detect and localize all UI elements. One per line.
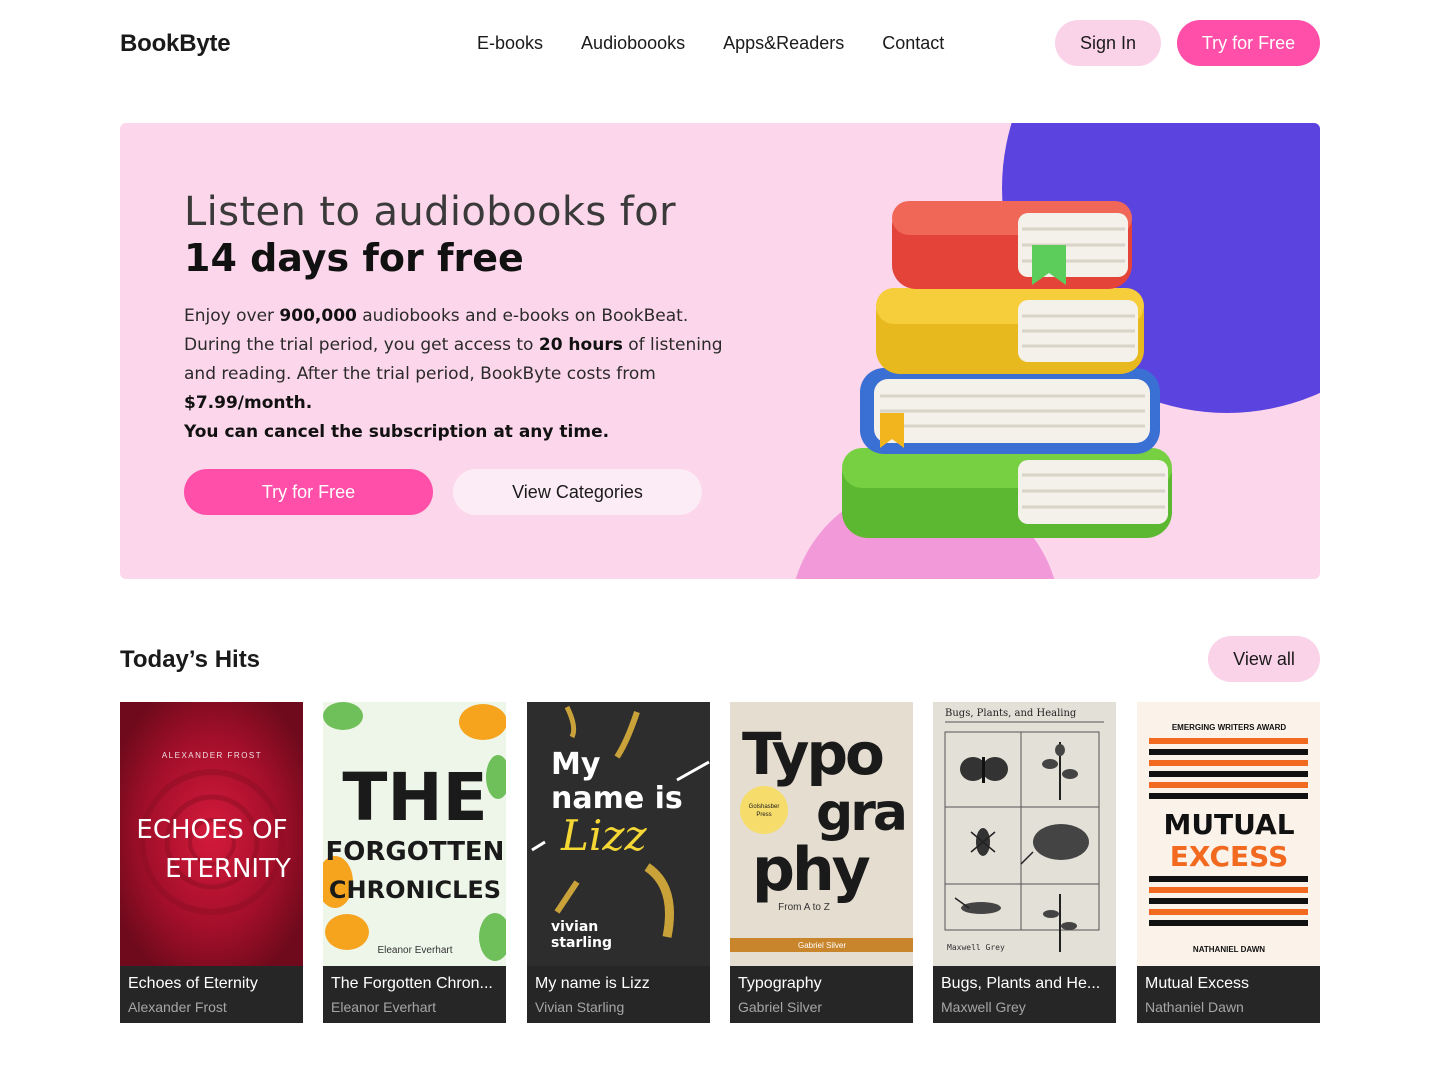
book-cover: EMERGING WRITERS AWARD MUTUAL EXCESS NAT… bbox=[1137, 702, 1320, 966]
try-free-button[interactable]: Try for Free bbox=[184, 469, 433, 515]
hero-heading-line2: 14 days for free bbox=[184, 236, 524, 280]
blue-book-icon bbox=[860, 368, 1160, 454]
cover-title-line1: ECHOES OF bbox=[136, 815, 287, 845]
book-author: Eleanor Everhart bbox=[331, 999, 437, 1015]
book-cover: Typo gra phy Golshasber Press From A to … bbox=[730, 702, 913, 966]
book-title: Mutual Excess bbox=[1145, 975, 1250, 992]
book-author: Alexander Frost bbox=[128, 999, 227, 1015]
hero-heading-line1: Listen to audiobooks for bbox=[184, 189, 676, 235]
book-card[interactable]: EMERGING WRITERS AWARD MUTUAL EXCESS NAT… bbox=[1137, 702, 1320, 1023]
book-caption: Typography Gabriel Silver bbox=[730, 966, 913, 1023]
book-cover: My name is Lizz vivian starling bbox=[527, 702, 710, 966]
hero-description: Enjoy over 900,000 audiobooks and e-book… bbox=[184, 302, 724, 447]
book-caption: The Forgotten Chron... Eleanor Everhart bbox=[323, 966, 506, 1023]
cover-author: Maxwell Grey bbox=[947, 943, 1005, 952]
badge-line1: Golshasber bbox=[749, 804, 780, 810]
cover-author: Gabriel Silver bbox=[798, 941, 846, 950]
nav-audiobooks[interactable]: Audioboooks bbox=[581, 33, 685, 54]
main-nav: E-books Audioboooks Apps&Readers Contact bbox=[477, 33, 982, 54]
book-cover: ALEXANDER FROST ECHOES OF ETERNITY bbox=[120, 702, 303, 966]
book-card[interactable]: My name is Lizz vivian starling My name … bbox=[527, 702, 710, 1023]
book-caption: Echoes of Eternity Alexander Frost bbox=[120, 966, 303, 1023]
sign-in-button[interactable]: Sign In bbox=[1055, 20, 1161, 66]
cover-title: Bugs, Plants, and Healing bbox=[945, 708, 1077, 719]
cover-title-line1: MUTUAL bbox=[1163, 808, 1294, 841]
try-free-header-button[interactable]: Try for Free bbox=[1177, 20, 1320, 66]
book-author: Maxwell Grey bbox=[941, 999, 1026, 1015]
cover-title-line3: CHRONICLES bbox=[329, 876, 501, 904]
cover-title-line1: THE bbox=[342, 759, 487, 836]
book-list: ALEXANDER FROST ECHOES OF ETERNITY Echoe… bbox=[120, 702, 1320, 1023]
desc-highlight: 900,000 bbox=[279, 306, 357, 326]
green-book-icon bbox=[842, 448, 1172, 538]
desc-highlight: 20 hours bbox=[538, 335, 623, 355]
cover-title-line2: EXCESS bbox=[1170, 840, 1288, 873]
cover-award: EMERGING WRITERS AWARD bbox=[1172, 723, 1287, 732]
logo[interactable]: BookByte bbox=[120, 30, 231, 58]
book-caption: Mutual Excess Nathaniel Dawn bbox=[1137, 966, 1320, 1023]
hero-banner: Listen to audiobooks for 14 days for fre… bbox=[120, 123, 1320, 579]
cover-author-line1: vivian bbox=[551, 919, 598, 935]
book-caption: My name is Lizz Vivian Starling bbox=[527, 966, 710, 1023]
book-author: Gabriel Silver bbox=[738, 999, 823, 1015]
desc-price: $7.99/month. bbox=[184, 393, 313, 413]
badge-line2: Press bbox=[756, 812, 771, 818]
cancel-note: You can cancel the subscription at any t… bbox=[184, 422, 610, 442]
cover-subtitle: From A to Z bbox=[778, 902, 830, 913]
book-card[interactable]: THE FORGOTTEN CHRONICLES Eleanor Everhar… bbox=[323, 702, 506, 1023]
nav-contact[interactable]: Contact bbox=[882, 33, 944, 54]
nav-ebooks[interactable]: E-books bbox=[477, 33, 543, 54]
section-title: Today’s Hits bbox=[120, 646, 261, 673]
yellow-book-icon bbox=[876, 288, 1144, 374]
site-header: BookByte E-books Audioboooks Apps&Reader… bbox=[120, 20, 1320, 66]
cover-title-line3: phy bbox=[752, 835, 871, 905]
book-stack-illustration bbox=[842, 201, 1172, 538]
nav-apps-readers[interactable]: Apps&Readers bbox=[723, 33, 844, 54]
book-title: My name is Lizz bbox=[535, 975, 650, 992]
cover-author-line2: starling bbox=[551, 935, 612, 951]
cover-title-line3: Lizz bbox=[560, 811, 647, 860]
book-card[interactable]: Typo gra phy Golshasber Press From A to … bbox=[730, 702, 913, 1023]
view-all-button[interactable]: View all bbox=[1208, 636, 1320, 682]
view-categories-button[interactable]: View Categories bbox=[453, 469, 702, 515]
book-card[interactable]: Bugs, Plants, and Healing Maxwell Grey B… bbox=[933, 702, 1116, 1023]
book-title: Bugs, Plants and He... bbox=[941, 975, 1101, 992]
book-title: The Forgotten Chron... bbox=[331, 975, 493, 992]
book-author: Nathaniel Dawn bbox=[1145, 999, 1244, 1015]
book-title: Typography bbox=[738, 975, 822, 992]
cover-author: Eleanor Everhart bbox=[377, 945, 452, 956]
cover-title-line2: ETERNITY bbox=[165, 854, 291, 884]
book-title: Echoes of Eternity bbox=[128, 975, 258, 992]
cover-title-line2: FORGOTTEN bbox=[326, 837, 505, 867]
cover-title-line1: My bbox=[551, 747, 601, 782]
desc-text: Enjoy over bbox=[184, 306, 280, 326]
cover-author: NATHANIEL DAWN bbox=[1193, 945, 1265, 954]
book-card[interactable]: ALEXANDER FROST ECHOES OF ETERNITY Echoe… bbox=[120, 702, 303, 1023]
cover-title-line2: gra bbox=[816, 783, 905, 843]
cover-author: ALEXANDER FROST bbox=[162, 751, 262, 760]
book-cover: Bugs, Plants, and Healing Maxwell Grey bbox=[933, 702, 1116, 966]
book-cover: THE FORGOTTEN CHRONICLES Eleanor Everhar… bbox=[323, 702, 506, 966]
book-caption: Bugs, Plants and He... Maxwell Grey bbox=[933, 966, 1116, 1023]
book-author: Vivian Starling bbox=[535, 999, 625, 1015]
red-book-icon bbox=[892, 201, 1132, 289]
cover-title-line1: Typo bbox=[742, 720, 883, 788]
